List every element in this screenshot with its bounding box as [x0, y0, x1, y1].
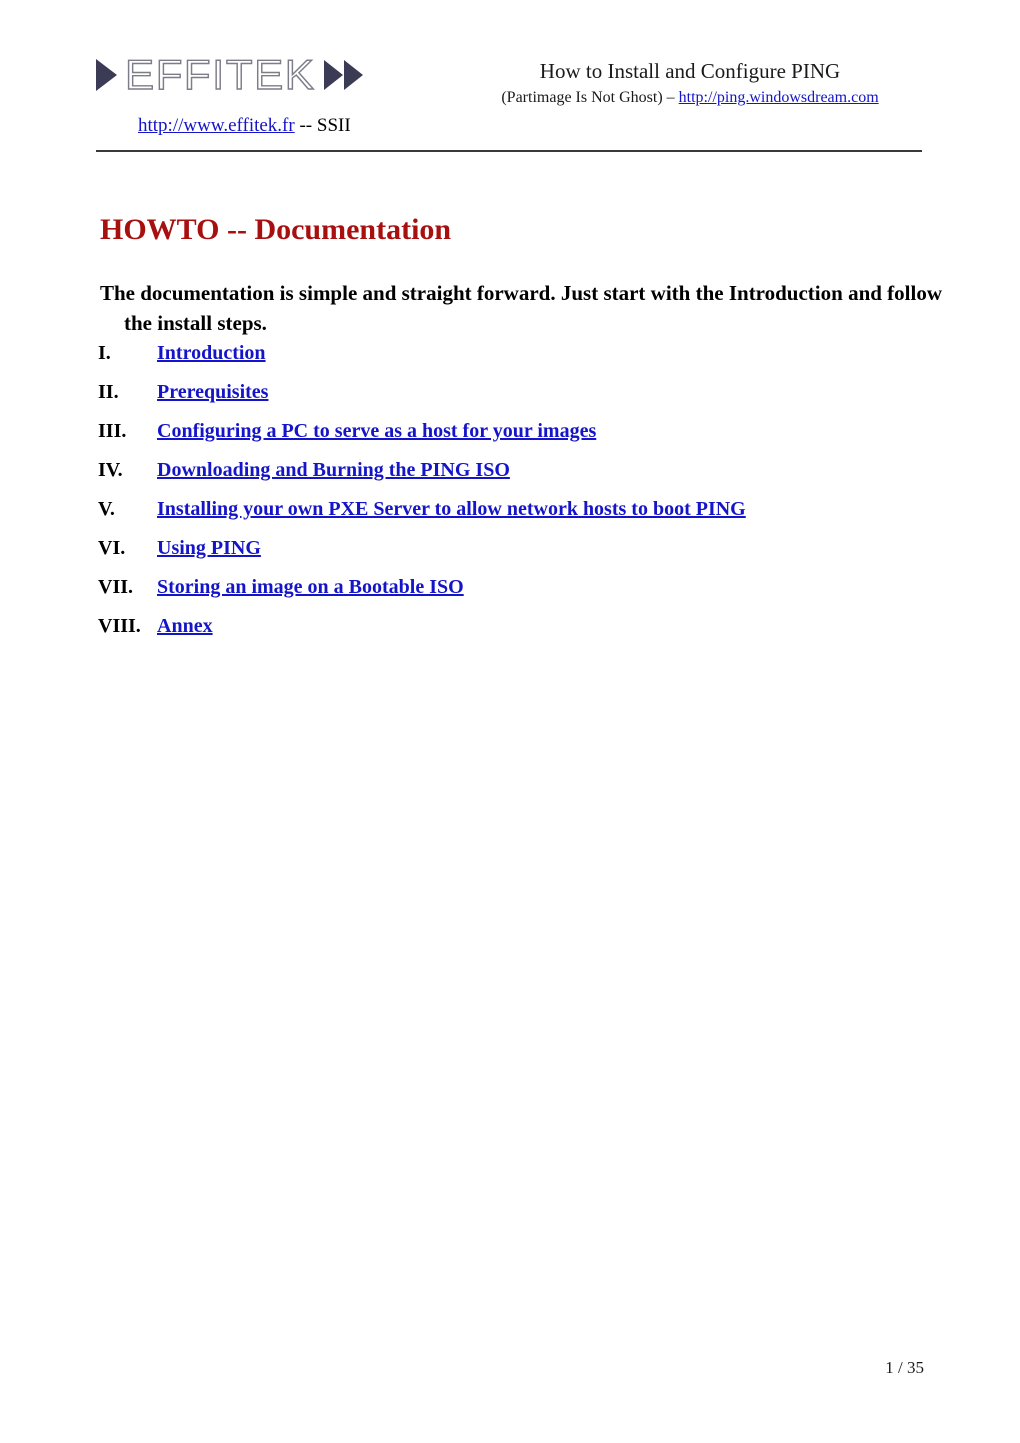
- toc-numeral: VIII.: [98, 615, 141, 637]
- toc-link-annex[interactable]: Annex: [157, 613, 213, 639]
- effitek-url-line: http://www.effitek.fr -- SSII: [138, 114, 351, 138]
- effitek-site-suffix: -- SSII: [294, 115, 351, 136]
- toc-item: VII. Storing an image on a Bootable ISO: [96, 574, 926, 613]
- header-title: How to Install and Configure PING: [539, 59, 841, 83]
- document-page: EFFITEK http://www.effitek.fr -- SSII Ho…: [0, 0, 1020, 1443]
- toc-link-downloading-burning-iso[interactable]: Downloading and Burning the PING ISO: [157, 457, 510, 483]
- toc-numeral: VII.: [98, 576, 134, 598]
- toc-numeral: V.: [98, 498, 115, 520]
- header-title-block: How to Install and Configure PING (Parti…: [420, 58, 960, 109]
- effitek-wordmark: EFFITEK: [124, 51, 316, 98]
- effitek-site-link[interactable]: http://www.effitek.fr: [138, 115, 295, 136]
- toc-link-introduction[interactable]: Introduction: [157, 340, 266, 366]
- toc-link-using-ping[interactable]: Using PING: [157, 535, 261, 561]
- toc-item: III. Configuring a PC to serve as a host…: [96, 418, 926, 457]
- toc-numeral: I.: [98, 342, 111, 364]
- header-subtitle: (Partimage Is Not Ghost) – http://ping.w…: [420, 87, 960, 109]
- intro-paragraph: The documentation is simple and straight…: [100, 281, 942, 335]
- play-triangle-icon: [96, 59, 117, 91]
- page-title: HOWTO -- Documentation: [100, 213, 452, 247]
- header-subtitle-prefix: (Partimage Is Not Ghost) –: [501, 89, 679, 106]
- toc-link-configuring-host-pc[interactable]: Configuring a PC to serve as a host for …: [157, 418, 596, 444]
- toc-item: I. Introduction: [96, 340, 926, 379]
- effitek-logo: EFFITEK: [96, 50, 396, 100]
- table-of-contents: I. Introduction II. Prerequisites III. C…: [96, 340, 926, 652]
- toc-numeral: III.: [98, 420, 127, 442]
- arrow-triangle-second-icon: [344, 60, 364, 90]
- toc-item: II. Prerequisites: [96, 379, 926, 418]
- header-divider: [96, 150, 922, 152]
- toc-numeral: VI.: [98, 537, 126, 559]
- toc-item: IV. Downloading and Burning the PING ISO: [96, 457, 926, 496]
- toc-item: VIII. Annex: [96, 613, 926, 652]
- page-header: EFFITEK http://www.effitek.fr -- SSII Ho…: [0, 0, 1020, 160]
- toc-numeral: IV.: [98, 459, 123, 481]
- toc-item: VI. Using PING: [96, 535, 926, 574]
- toc-numeral: II.: [98, 381, 119, 403]
- arrow-triangle-first-icon: [324, 60, 344, 90]
- toc-link-storing-image-bootable-iso[interactable]: Storing an image on a Bootable ISO: [157, 574, 464, 600]
- page-number: 1 / 35: [885, 1358, 924, 1377]
- ping-project-link[interactable]: http://ping.windowsdream.com: [679, 89, 879, 106]
- toc-link-pxe-server[interactable]: Installing your own PXE Server to allow …: [157, 496, 746, 522]
- double-arrow-icon: [324, 60, 364, 90]
- effitek-logo-block: EFFITEK http://www.effitek.fr -- SSII: [96, 50, 416, 150]
- toc-item: V. Installing your own PXE Server to all…: [96, 496, 926, 535]
- toc-link-prerequisites[interactable]: Prerequisites: [157, 379, 268, 405]
